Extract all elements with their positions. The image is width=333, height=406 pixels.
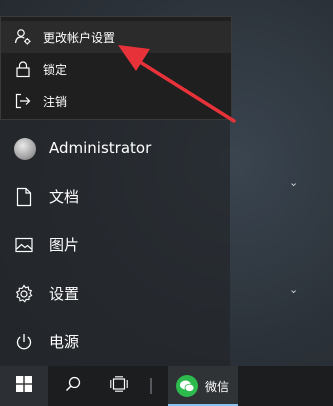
annotation-arrow bbox=[118, 45, 236, 123]
